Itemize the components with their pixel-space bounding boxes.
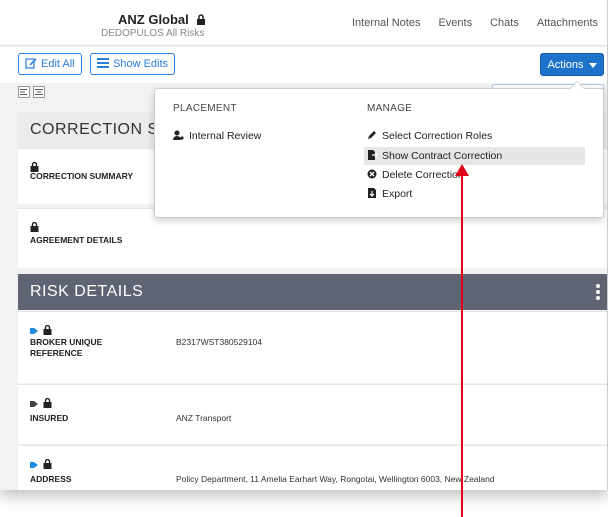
caret-down-icon <box>588 59 597 71</box>
delete-circle-icon <box>367 169 377 182</box>
nav-chats[interactable]: Chats <box>490 17 519 29</box>
view-toggle-group <box>18 86 45 98</box>
field-label: BROKER UNIQUE REFERENCE <box>30 337 103 358</box>
menu-item-label: Show Contract Correction <box>382 150 503 162</box>
risk-section-title: RISK DETAILS <box>18 274 607 310</box>
list-icon <box>97 57 109 71</box>
edit-all-label: Edit All <box>41 58 75 70</box>
actions-button[interactable]: Actions <box>540 53 604 76</box>
top-nav: Internal Notes Events Chats Attachments <box>352 17 598 29</box>
app-window: ANZ Global DEDOPULOS All Risks Internal … <box>0 0 608 490</box>
user-icon <box>173 130 184 143</box>
menu-item-label: Internal Review <box>189 130 262 142</box>
row-icons <box>30 456 52 474</box>
lock-icon <box>196 13 206 28</box>
field-value: B2317WST380529104 <box>176 337 263 347</box>
field-value: ANZ Transport <box>176 413 232 423</box>
manage-header: MANAGE <box>367 103 413 114</box>
menu-item-show-contract-correction[interactable]: Show Contract Correction <box>364 147 585 165</box>
field-value: Policy Department, 11 Amelia Earhart Way… <box>176 474 495 484</box>
nav-internal-notes[interactable]: Internal Notes <box>352 17 420 29</box>
export-file-icon <box>367 187 377 201</box>
field-label: AGREEMENT DETAILS <box>30 235 123 245</box>
show-edits-button[interactable]: Show Edits <box>90 53 176 75</box>
show-edits-label: Show Edits <box>113 58 169 70</box>
nav-attachments[interactable]: Attachments <box>537 17 598 29</box>
nav-events[interactable]: Events <box>438 17 472 29</box>
address-row: ADDRESS Policy Department, 11 Amelia Ear… <box>18 445 607 490</box>
edit-all-button[interactable]: Edit All <box>18 53 82 75</box>
annotation-arrow-line <box>461 172 463 517</box>
page-title-text: ANZ Global <box>118 12 189 27</box>
lock-icon <box>43 456 52 474</box>
actions-label: Actions <box>547 58 584 71</box>
kebab-menu-icon[interactable] <box>596 284 600 302</box>
top-bar: ANZ Global DEDOPULOS All Risks Internal … <box>0 0 607 46</box>
pencil-icon <box>367 130 377 143</box>
placement-header: PLACEMENT <box>173 103 237 114</box>
menu-item-internal-review[interactable]: Internal Review <box>170 127 261 145</box>
toolbar: Edit All Show Edits Actions <box>0 47 607 83</box>
broker-reference-row: BROKER UNIQUE REFERENCE B2317WST38052910… <box>18 311 607 383</box>
menu-item-export[interactable]: Export <box>364 185 584 203</box>
align-center-icon[interactable] <box>33 86 45 98</box>
row-icons <box>30 395 52 413</box>
actions-dropdown-menu: PLACEMENT MANAGE Internal Review Select … <box>154 81 604 218</box>
tag-icon <box>30 456 39 474</box>
menu-item-label: Select Correction Roles <box>382 130 493 142</box>
menu-item-delete-correction[interactable]: Delete Correction <box>364 166 584 184</box>
align-left-icon[interactable] <box>18 86 30 98</box>
tag-icon <box>30 395 39 413</box>
risk-section: RISK DETAILS <box>18 274 607 310</box>
menu-item-label: Delete Correction <box>382 169 464 181</box>
menu-item-label: Export <box>382 188 413 200</box>
page-title: ANZ Global <box>118 12 206 28</box>
lock-icon <box>43 395 52 413</box>
field-label: ADDRESS <box>30 474 72 484</box>
annotation-arrow-head <box>455 164 469 176</box>
menu-item-select-correction-roles[interactable]: Select Correction Roles <box>364 127 584 145</box>
field-label: CORRECTION SUMMARY <box>30 171 134 181</box>
page-subtitle: DEDOPULOS All Risks <box>101 28 205 39</box>
file-export-icon <box>367 149 378 163</box>
insured-row: INSURED ANZ Transport <box>18 384 607 444</box>
edit-icon <box>25 57 37 72</box>
field-label: INSURED <box>30 413 69 423</box>
